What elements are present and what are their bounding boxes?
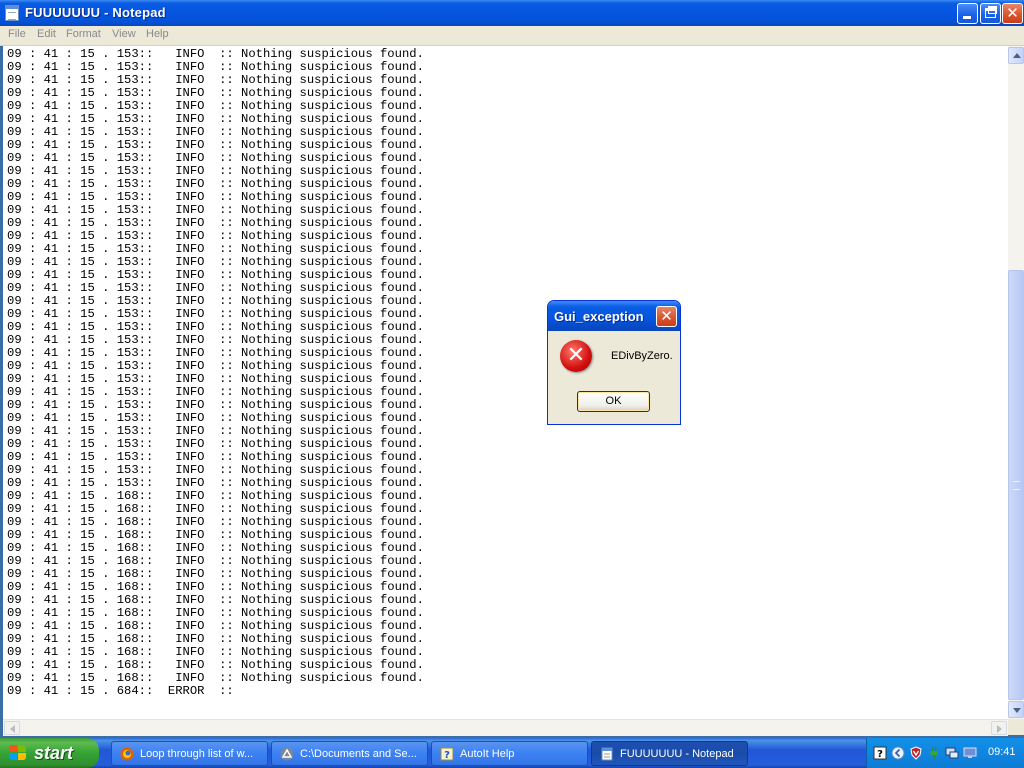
window-title: FUUUUUUU - Notepad bbox=[25, 5, 166, 20]
notepad-icon[interactable] bbox=[5, 5, 19, 21]
task-label: FUUUUUUU - Notepad bbox=[620, 748, 734, 760]
scroll-down-button[interactable] bbox=[1008, 701, 1024, 718]
clock[interactable]: 09:41 bbox=[988, 746, 1016, 758]
minimize-button[interactable] bbox=[957, 3, 978, 24]
network-icon[interactable] bbox=[945, 746, 959, 760]
close-icon: ✕ bbox=[1006, 4, 1019, 22]
menu-bar: File Edit Format View Help bbox=[0, 26, 1024, 46]
error-dialog: Gui_exception ✕ ✕ EDivByZero. OK bbox=[547, 300, 681, 425]
help-icon: ? bbox=[440, 747, 454, 761]
windows-logo-icon bbox=[9, 745, 27, 761]
start-label: start bbox=[34, 743, 74, 763]
arrow-right-icon bbox=[997, 725, 1002, 733]
vertical-scrollbar[interactable] bbox=[1008, 46, 1024, 719]
minimize-icon bbox=[963, 16, 971, 19]
dialog-titlebar[interactable]: Gui_exception ✕ bbox=[548, 301, 680, 331]
scroll-left-button[interactable] bbox=[4, 721, 20, 735]
help-tray-icon[interactable]: ? bbox=[873, 746, 887, 760]
svg-text:?: ? bbox=[444, 750, 450, 761]
size-grip[interactable] bbox=[1008, 719, 1024, 735]
scroll-up-button[interactable] bbox=[1008, 47, 1024, 64]
scroll-right-button[interactable] bbox=[991, 721, 1007, 735]
arrow-down-icon bbox=[1013, 708, 1021, 713]
system-tray: ? 09:41 bbox=[866, 738, 1024, 768]
menu-help[interactable]: Help bbox=[146, 28, 169, 40]
firefox-icon bbox=[120, 747, 134, 761]
error-icon: ✕ bbox=[560, 340, 592, 372]
scroll-thumb[interactable] bbox=[1008, 270, 1024, 700]
task-label: C:\Documents and Se... bbox=[300, 748, 417, 760]
text-editor[interactable]: 09 : 41 : 15 . 153:: INFO :: Nothing sus… bbox=[3, 46, 1008, 719]
autoit-script-icon bbox=[280, 747, 294, 761]
taskbar: start Loop through list of w... C:\Docum… bbox=[0, 738, 1024, 768]
grip-icon bbox=[1013, 481, 1020, 490]
log-text[interactable]: 09 : 41 : 15 . 153:: INFO :: Nothing sus… bbox=[7, 48, 424, 698]
dialog-message: EDivByZero. bbox=[611, 350, 673, 362]
close-icon: ✕ bbox=[660, 307, 673, 325]
arrow-up-icon bbox=[1013, 53, 1021, 58]
display-icon[interactable] bbox=[963, 746, 977, 760]
svg-text:?: ? bbox=[877, 749, 883, 760]
arrow-left-icon bbox=[10, 725, 15, 733]
menu-edit[interactable]: Edit bbox=[37, 28, 56, 40]
notepad-icon bbox=[601, 747, 613, 761]
taskbar-item-documents[interactable]: C:\Documents and Se... bbox=[271, 741, 428, 766]
task-label: Loop through list of w... bbox=[140, 748, 254, 760]
taskbar-item-notepad[interactable]: FUUUUUUU - Notepad bbox=[591, 741, 748, 766]
taskbar-item-firefox[interactable]: Loop through list of w... bbox=[111, 741, 268, 766]
antivirus-shield-icon[interactable] bbox=[909, 746, 923, 760]
menu-view[interactable]: View bbox=[112, 28, 136, 40]
chevron-left-icon[interactable] bbox=[891, 746, 905, 760]
dialog-title: Gui_exception bbox=[554, 309, 644, 324]
horizontal-scrollbar[interactable] bbox=[3, 719, 1008, 736]
ok-button[interactable]: OK bbox=[577, 391, 650, 412]
start-button[interactable]: start bbox=[0, 738, 99, 768]
task-label: AutoIt Help bbox=[460, 748, 515, 760]
close-button[interactable]: ✕ bbox=[1002, 3, 1023, 24]
window-titlebar[interactable]: FUUUUUUU - Notepad ✕ bbox=[0, 0, 1024, 26]
restore-icon-front bbox=[985, 8, 996, 18]
menu-format[interactable]: Format bbox=[66, 28, 101, 40]
taskbar-item-autoit-help[interactable]: ? AutoIt Help bbox=[431, 741, 588, 766]
dialog-close-button[interactable]: ✕ bbox=[656, 306, 677, 327]
power-plug-icon[interactable] bbox=[927, 746, 941, 760]
restore-button[interactable] bbox=[980, 3, 1001, 24]
menu-file[interactable]: File bbox=[8, 28, 26, 40]
